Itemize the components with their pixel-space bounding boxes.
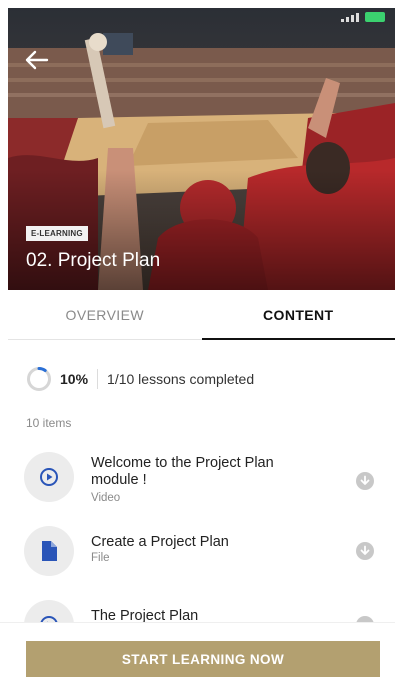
item-icon-circle bbox=[24, 452, 74, 502]
status-bar bbox=[341, 12, 385, 22]
page-title: 02. Project Plan bbox=[26, 250, 161, 271]
item-type: Video bbox=[91, 492, 121, 504]
footer-bar: START LEARNING NOW bbox=[0, 622, 395, 693]
item-icon-circle bbox=[24, 600, 74, 622]
tab-overview[interactable]: OVERVIEW bbox=[8, 290, 202, 339]
items-count: 10 items bbox=[26, 416, 72, 430]
battery-icon bbox=[365, 12, 385, 22]
item-icon-circle bbox=[24, 526, 74, 576]
list-item[interactable]: Welcome to the Project Plan module ! Vid… bbox=[24, 444, 374, 504]
list-item[interactable]: The Project Plan bbox=[24, 592, 374, 622]
list-item[interactable]: Create a Project Plan File bbox=[24, 518, 374, 578]
content-type-badge: E-LEARNING bbox=[26, 226, 88, 241]
progress-summary: 10% 1/10 lessons completed bbox=[26, 366, 254, 392]
progress-percent: 10% bbox=[60, 371, 89, 387]
file-icon bbox=[42, 541, 57, 561]
tab-content[interactable]: CONTENT bbox=[201, 290, 395, 340]
lesson-list: Welcome to the Project Plan module ! Vid… bbox=[0, 440, 395, 622]
item-title: Create a Project Plan bbox=[91, 534, 229, 550]
item-title: The Project Plan bbox=[91, 608, 199, 622]
play-icon bbox=[40, 616, 58, 622]
start-learning-button[interactable]: START LEARNING NOW bbox=[26, 641, 380, 677]
lessons-completed: 1/10 lessons completed bbox=[107, 371, 255, 387]
back-arrow-icon[interactable] bbox=[22, 48, 50, 72]
item-type: File bbox=[91, 552, 110, 564]
signal-icon bbox=[341, 12, 359, 22]
progress-divider bbox=[97, 369, 99, 389]
download-icon[interactable] bbox=[356, 542, 374, 560]
tab-bar: OVERVIEW CONTENT bbox=[8, 290, 395, 340]
download-icon[interactable] bbox=[356, 472, 374, 490]
hero-banner: E-LEARNING 02. Project Plan bbox=[8, 8, 395, 290]
item-title: Welcome to the Project Plan module ! bbox=[91, 455, 274, 488]
play-icon bbox=[40, 468, 58, 486]
progress-ring-icon bbox=[27, 367, 51, 391]
